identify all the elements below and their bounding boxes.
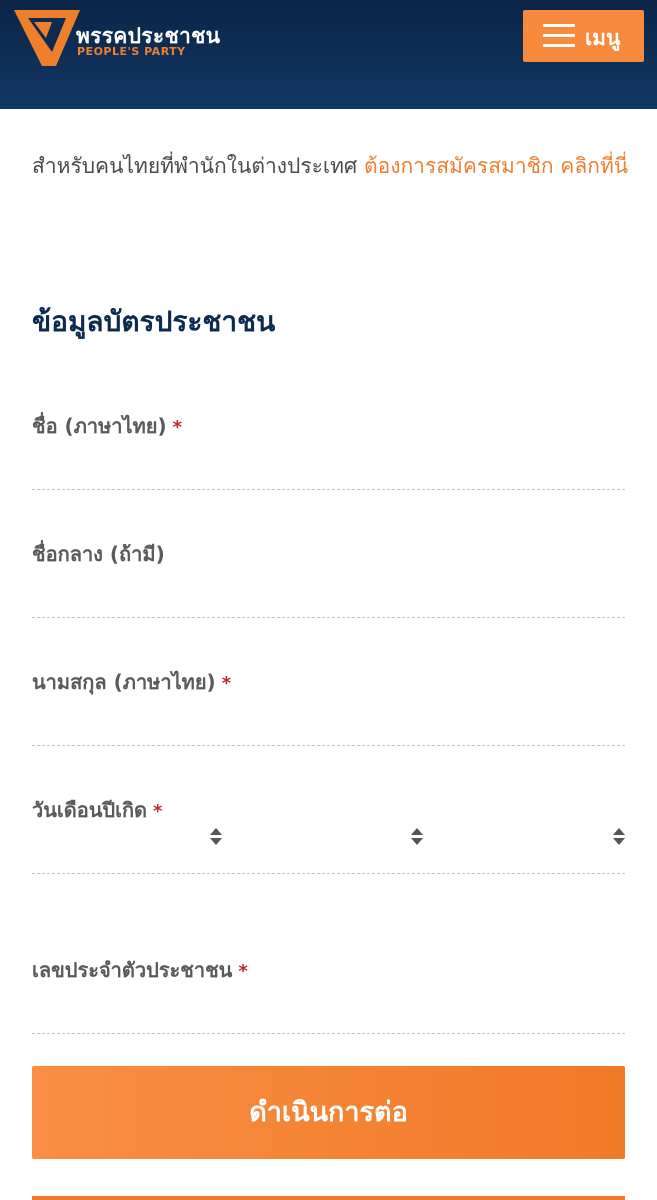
notice-text: สำหรับคนไทยที่พำนักในต่างประเทศ [32,154,364,178]
required-marker: * [172,417,183,438]
birth-date-selects [32,822,625,874]
peoples-party-logo[interactable] [12,8,82,68]
required-marker: * [238,961,248,982]
overseas-signup-link[interactable]: ต้องการสมัครสมาชิก คลิกที่นี่ [364,154,628,178]
overseas-notice: สำหรับคนไทยที่พำนักในต่างประเทศ ต้องการส… [32,144,632,189]
birth-year-select[interactable] [435,822,625,858]
middle-name-label: ชื่อกลาง (ถ้ามี) [32,538,625,570]
last-name-label-text: นามสกุล (ภาษาไทย) [32,670,216,694]
first-name-label-text: ชื่อ (ภาษาไทย) [32,414,167,438]
first-name-field: ชื่อ (ภาษาไทย) * [32,410,625,490]
next-section-edge [32,1196,625,1200]
menu-button[interactable]: เมนู [523,10,644,62]
first-name-label: ชื่อ (ภาษาไทย) * [32,410,625,442]
required-marker: * [153,801,163,822]
id-number-field: เลขประจำตัวประชาชน * [32,954,625,1034]
middle-name-field: ชื่อกลาง (ถ้ามี) [32,538,625,618]
id-number-label: เลขประจำตัวประชาชน * [32,954,625,986]
required-marker: * [221,673,232,694]
site-header: พรรคประชาชน PEOPLE'S PARTY เมนู [0,0,657,109]
section-title: ข้อมูลบัตรประชาชน [32,305,276,338]
id-number-input[interactable] [32,994,625,1034]
last-name-input[interactable] [32,706,625,746]
birth-date-label-text: วันเดือนปีเกิด [32,798,148,822]
select-arrows-icon [210,828,222,848]
birth-day-select[interactable] [32,822,222,858]
brand-name-english: PEOPLE'S PARTY [77,45,186,58]
id-number-label-text: เลขประจำตัวประชาชน [32,958,233,982]
middle-name-label-text: ชื่อกลาง (ถ้ามี) [32,542,165,566]
last-name-field: นามสกุล (ภาษาไทย) * [32,666,625,746]
last-name-label: นามสกุล (ภาษาไทย) * [32,666,625,698]
first-name-input[interactable] [32,450,625,490]
menu-label: เมนู [585,26,621,50]
birth-month-select[interactable] [233,822,423,858]
continue-button[interactable]: ดำเนินการต่อ [32,1066,625,1159]
hamburger-icon [543,24,575,48]
select-arrows-icon [411,828,423,848]
select-arrows-icon [613,828,625,848]
middle-name-input[interactable] [32,578,625,618]
